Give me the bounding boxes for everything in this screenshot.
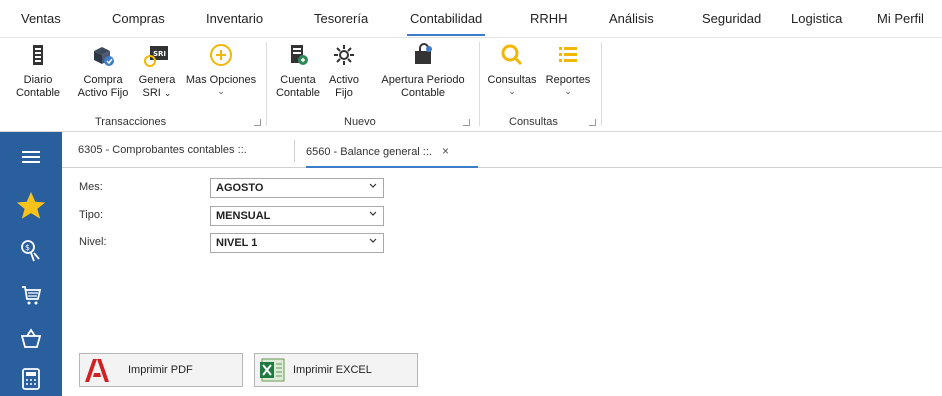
list-icon — [559, 47, 577, 62]
apertura-label-2: Contable — [400, 87, 446, 99]
diario-label-1: Diario — [23, 74, 53, 86]
group-label-transacciones: Transacciones — [95, 116, 167, 128]
tipo-value: MENSUAL — [216, 210, 271, 222]
boxes-purchase-icon — [94, 47, 114, 66]
diario-label-2: Contable — [15, 87, 61, 99]
group-launcher-icon[interactable] — [589, 119, 596, 126]
group-separator — [266, 42, 267, 126]
menu-compras[interactable]: Compras — [112, 11, 165, 26]
menu-rrhh[interactable]: RRHH — [530, 11, 568, 26]
basket-icon[interactable] — [16, 324, 46, 354]
group-label-nuevo: Nuevo — [344, 116, 376, 128]
chevron-down-icon — [369, 211, 377, 216]
imprimir-excel-label: Imprimir EXCEL — [293, 364, 372, 376]
group-separator — [601, 42, 602, 126]
sri-badge-text: SRI — [153, 50, 166, 58]
ribbon-toolbar: Diario Contable Compra Activo Fijo SRI G… — [0, 38, 942, 132]
favorites-star-icon[interactable] — [13, 188, 49, 224]
activo-label-1: Activo — [329, 74, 359, 86]
chevron-down-icon — [369, 238, 377, 243]
menu-seguridad[interactable]: Seguridad — [702, 11, 761, 26]
chevron-down-icon: ⌄ — [163, 88, 172, 98]
mas-opciones-label: Mas Opciones — [185, 74, 257, 86]
mes-select[interactable]: AGOSTO — [210, 178, 384, 198]
group-launcher-icon[interactable] — [463, 119, 470, 126]
close-icon[interactable]: × — [442, 144, 449, 158]
group-launcher-icon[interactable] — [254, 119, 261, 126]
journal-icon — [33, 45, 43, 65]
account-doc-icon — [291, 45, 308, 65]
plus-circle-icon — [210, 44, 232, 66]
compra-activo-fijo-button[interactable]: Compra Activo Fijo — [73, 42, 133, 100]
nivel-select[interactable]: NIVEL 1 — [210, 233, 384, 253]
imprimir-pdf-button[interactable]: Imprimir PDF — [79, 353, 243, 387]
activo-fijo-button[interactable]: Activo Fijo — [328, 42, 360, 100]
apertura-label-1: Apertura Periodo — [381, 74, 465, 86]
nivel-label: Nivel: — [79, 236, 107, 248]
group-label-consultas: Consultas — [509, 116, 558, 128]
menu-analisis[interactable]: Análisis — [609, 11, 654, 26]
tab-label: 6560 - Balance general ::. — [306, 146, 432, 158]
left-sidebar: $ — [0, 132, 62, 396]
reportes-label: Reportes — [545, 74, 591, 86]
menu-ventas[interactable]: Ventas — [21, 11, 61, 26]
gear-icon — [334, 45, 354, 65]
menu-inventario[interactable]: Inventario — [206, 11, 263, 26]
compra-label-2: Activo Fijo — [77, 87, 129, 99]
menu-tesoreria[interactable]: Tesorería — [314, 11, 368, 26]
diario-contable-button[interactable]: Diario Contable — [13, 42, 63, 100]
document-tabbar: 6305 - Comprobantes contables ::. 6560 -… — [62, 132, 942, 168]
menu-contabilidad[interactable]: Contabilidad — [406, 11, 486, 36]
mes-label: Mes: — [79, 181, 103, 193]
apertura-periodo-button[interactable]: Apertura Periodo Contable — [375, 42, 471, 100]
cuenta-label-1: Cuenta — [280, 74, 316, 86]
imprimir-pdf-label: Imprimir PDF — [128, 364, 193, 376]
open-period-icon — [415, 43, 432, 64]
chevron-down-icon: ⌄ — [564, 86, 572, 96]
imprimir-excel-button[interactable]: Imprimir EXCEL — [254, 353, 418, 387]
money-hand-icon[interactable]: $ — [16, 236, 46, 266]
svg-text:$: $ — [25, 243, 30, 252]
chevron-down-icon: ⌄ — [508, 86, 516, 96]
tab-separator — [294, 140, 295, 162]
chevron-down-icon — [369, 183, 377, 188]
pdf-icon — [85, 359, 109, 382]
mas-opciones-button[interactable]: Mas Opciones ⌄ — [184, 42, 258, 96]
genera-sri-button[interactable]: SRI Genera SRI ⌄ — [137, 42, 177, 100]
menu-logistica[interactable]: Logistica — [791, 11, 842, 26]
cuenta-contable-button[interactable]: Cuenta Contable — [274, 42, 322, 100]
genera-label-2: SRI — [142, 87, 161, 99]
main-menu-bar: Ventas Compras Inventario Tesorería Cont… — [0, 0, 942, 38]
compra-label-1: Compra — [83, 74, 123, 86]
excel-icon — [260, 358, 285, 382]
group-separator — [479, 42, 480, 126]
search-icon — [501, 44, 523, 66]
cuenta-label-2: Contable — [275, 87, 321, 99]
menu-mi-perfil[interactable]: Mi Perfil — [877, 11, 924, 26]
tipo-select[interactable]: MENSUAL — [210, 206, 384, 226]
tab-balance-general[interactable]: 6560 - Balance general ::. × — [306, 132, 478, 168]
sri-icon: SRI — [144, 46, 168, 67]
mes-value: AGOSTO — [216, 182, 264, 194]
nivel-value: NIVEL 1 — [216, 237, 258, 249]
tab-label: 6305 - Comprobantes contables ::. — [78, 144, 247, 156]
consultas-label: Consultas — [487, 74, 537, 86]
chevron-down-icon: ⌄ — [217, 86, 225, 96]
tab-comprobantes-contables[interactable]: 6305 - Comprobantes contables ::. — [78, 132, 247, 168]
reportes-button[interactable]: Reportes ⌄ — [542, 42, 594, 96]
tipo-label: Tipo: — [79, 209, 104, 221]
consultas-button[interactable]: Consultas ⌄ — [484, 42, 540, 96]
activo-label-2: Fijo — [335, 87, 353, 99]
calculator-icon[interactable] — [16, 364, 46, 394]
hamburger-menu-icon[interactable] — [16, 142, 46, 172]
genera-label-1: Genera — [138, 74, 176, 86]
shopping-cart-icon[interactable] — [16, 280, 46, 310]
